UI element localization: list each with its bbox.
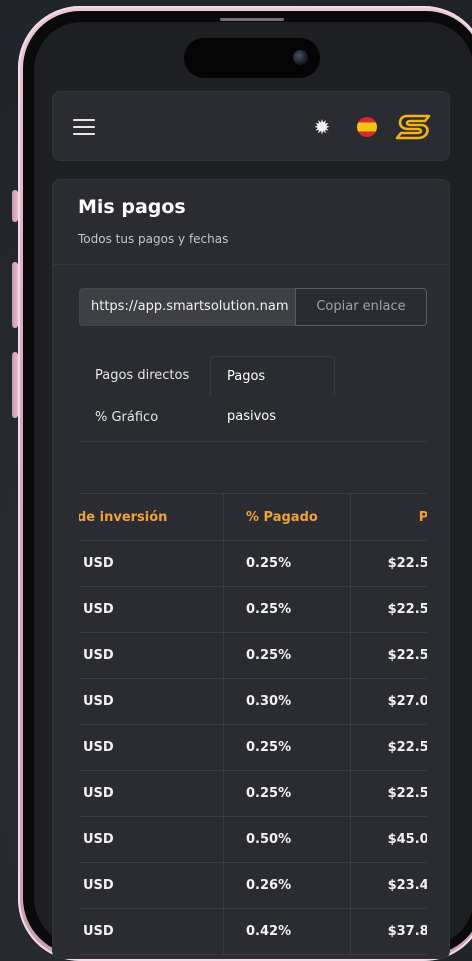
- table-row: USD 0.25% $22.50 USD: [79, 770, 427, 817]
- camera-icon: [293, 50, 308, 65]
- payments-card: Mis pagos Todos tus pagos y fechas https…: [52, 179, 450, 959]
- volume-down-button: [12, 352, 18, 418]
- gear-icon[interactable]: ✹: [311, 116, 333, 138]
- copy-link-button[interactable]: Copiar enlace: [295, 288, 427, 326]
- cell-paid: $45.00 USD: [350, 816, 427, 863]
- table-row: USD 0.25% $22.50 USD: [79, 724, 427, 771]
- tab-passive-payments[interactable]: Pagos pasivos: [210, 356, 335, 424]
- cell-paid: $23.40 USD: [350, 862, 427, 909]
- cell-percent-paid: 0.50%: [223, 816, 351, 863]
- cell-paid: $27.00 USD: [350, 678, 427, 725]
- divider: [53, 264, 449, 265]
- speaker-grille: [220, 18, 284, 21]
- action-button: [12, 190, 18, 222]
- cell-investment: USD: [79, 632, 224, 679]
- spain-flag-icon[interactable]: [357, 117, 377, 137]
- cell-investment: USD: [79, 908, 224, 955]
- cell-percent-paid: 0.25%: [223, 770, 351, 817]
- column-header-percent-paid[interactable]: % Pagado: [223, 493, 351, 541]
- cell-paid: $37.80 USD: [350, 908, 427, 955]
- cell-investment: USD: [79, 862, 224, 909]
- cell-investment: USD: [79, 540, 224, 587]
- cell-percent-paid: 0.26%: [223, 862, 351, 909]
- tab-chart[interactable]: % Gráfico: [79, 398, 174, 438]
- volume-up-button: [12, 262, 18, 328]
- cell-paid: $22.50 USD: [350, 724, 427, 771]
- cell-paid: $22.50 USD: [350, 540, 427, 587]
- hamburger-icon[interactable]: [73, 119, 95, 135]
- page-title: Mis pagos: [78, 196, 186, 218]
- cell-paid: $22.50 USD: [350, 632, 427, 679]
- table-header-row: de inversión % Pagado Pagado: [79, 493, 427, 541]
- cell-paid: $22.50 USD: [350, 586, 427, 633]
- cell-investment: USD: [79, 586, 224, 633]
- top-navigation-bar: ✹: [52, 91, 450, 161]
- cell-investment: USD: [79, 770, 224, 817]
- cell-investment: USD: [79, 816, 224, 863]
- table-row: USD 0.30% $27.00 USD: [79, 678, 427, 725]
- payments-table-container[interactable]: de inversión % Pagado Pagado USD 0.25% $…: [79, 493, 427, 958]
- table-row: USD 0.42% $37.80 USD: [79, 908, 427, 955]
- table-row: USD 0.50% $45.00 USD: [79, 816, 427, 863]
- cell-percent-paid: 0.25%: [223, 586, 351, 633]
- cell-percent-paid: 0.25%: [223, 724, 351, 771]
- cell-investment: USD: [79, 724, 224, 771]
- payments-table: de inversión % Pagado Pagado USD 0.25% $…: [79, 493, 427, 955]
- cell-percent-paid: 0.30%: [223, 678, 351, 725]
- smart-solution-logo[interactable]: [393, 110, 435, 144]
- table-row: USD 0.25% $22.50 USD: [79, 632, 427, 679]
- table-row: USD 0.25% $22.50 USD: [79, 586, 427, 633]
- tab-direct-payments[interactable]: Pagos directos: [79, 356, 205, 396]
- cell-paid: $22.50 USD: [350, 770, 427, 817]
- table-row: USD 0.25% $22.50 USD: [79, 540, 427, 587]
- cell-percent-paid: 0.25%: [223, 540, 351, 587]
- column-header-paid[interactable]: Pagado: [350, 493, 427, 541]
- tabs-divider: [79, 441, 427, 442]
- column-header-investment[interactable]: de inversión: [79, 493, 224, 541]
- cell-percent-paid: 0.42%: [223, 908, 351, 955]
- referral-url-input[interactable]: https://app.smartsolution.nam: [79, 288, 296, 326]
- cell-investment: USD: [79, 678, 224, 725]
- dynamic-island: [184, 38, 320, 78]
- table-row: USD 0.26% $23.40 USD: [79, 862, 427, 909]
- cell-percent-paid: 0.25%: [223, 632, 351, 679]
- page-subtitle: Todos tus pagos y fechas: [78, 232, 229, 246]
